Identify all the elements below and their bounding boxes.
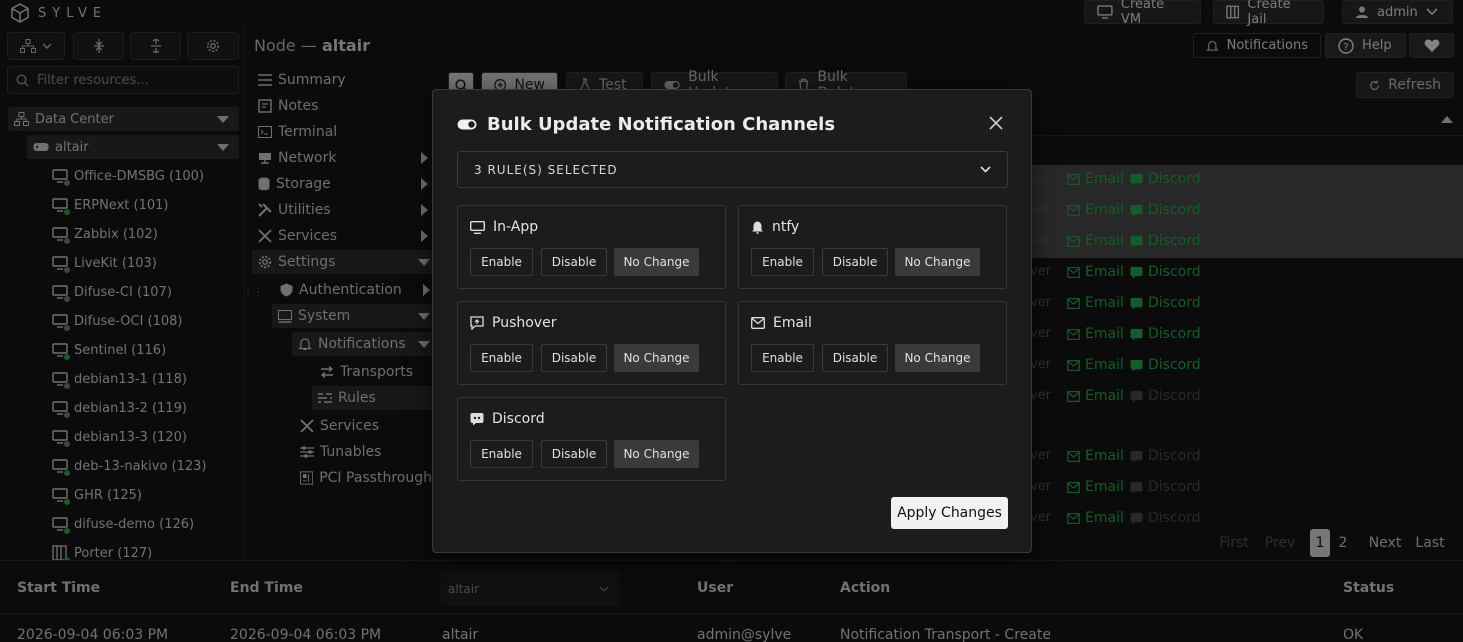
pushover-no-change-button[interactable]: No Change [614,344,699,372]
inapp-disable-button[interactable]: Disable [541,248,607,276]
apply-changes-button[interactable]: Apply Changes [891,497,1008,529]
channel-header: ntfy [751,219,799,235]
rule-selection-text: 3 RULE(S) SELECTED [474,162,618,177]
ntfy-disable-button[interactable]: Disable [822,248,888,276]
channel-header: In-App [470,219,538,235]
bulk-update-dialog: Bulk Update Notification Channels 3 RULE… [432,89,1032,553]
email-enable-button[interactable]: Enable [751,344,814,372]
toggle-icon [457,119,477,130]
channel-header: Pushover [470,315,556,331]
pushover-enable-button[interactable]: Enable [470,344,533,372]
discord-disable-button[interactable]: Disable [541,440,607,468]
mail-icon [751,317,765,329]
discord-no-change-button[interactable]: No Change [614,440,699,468]
channel-card-ntfy: ntfy Enable Disable No Change [738,205,1007,289]
channel-card-inapp: In-App Enable Disable No Change [457,205,726,289]
channel-header: Email [751,315,812,331]
pushover-disable-button[interactable]: Disable [541,344,607,372]
channel-card-discord: Discord Enable Disable No Change [457,397,726,481]
message-push-icon [470,316,484,330]
channel-name: In-App [493,219,539,235]
close-icon[interactable] [989,116,1003,130]
channel-name: Pushover [492,315,557,331]
inapp-no-change-button[interactable]: No Change [614,248,699,276]
chevron-down-icon [980,166,991,173]
channel-name: Email [773,315,812,331]
discord-icon [470,413,484,426]
channel-name: Discord [492,411,545,427]
bell-icon [752,221,763,234]
channel-card-pushover: Pushover Enable Disable No Change [457,301,726,385]
ntfy-enable-button[interactable]: Enable [751,248,814,276]
discord-enable-button[interactable]: Enable [470,440,533,468]
monitor-icon [470,220,485,234]
dialog-title: Bulk Update Notification Channels [457,114,835,135]
email-no-change-button[interactable]: No Change [895,344,980,372]
email-disable-button[interactable]: Disable [822,344,888,372]
channel-header: Discord [470,411,545,427]
inapp-enable-button[interactable]: Enable [470,248,533,276]
dialog-title-text: Bulk Update Notification Channels [487,114,836,135]
channel-name: ntfy [772,219,800,235]
channel-card-email: Email Enable Disable No Change [738,301,1007,385]
rule-selection-dropdown[interactable]: 3 RULE(S) SELECTED [457,151,1008,188]
ntfy-no-change-button[interactable]: No Change [895,248,980,276]
